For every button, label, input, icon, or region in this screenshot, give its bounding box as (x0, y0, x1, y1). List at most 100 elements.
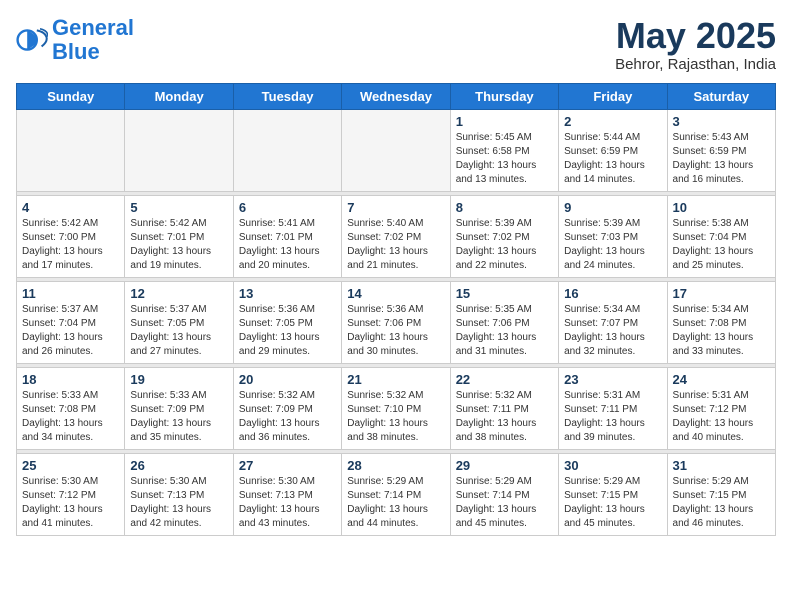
day-number: 4 (22, 200, 119, 215)
day-info: Sunrise: 5:34 AM Sunset: 7:08 PM Dayligh… (673, 303, 770, 359)
calendar-cell: 17 Sunrise: 5:34 AM Sunset: 7:08 PM Dayli… (667, 281, 775, 363)
day-info: Sunrise: 5:36 AM Sunset: 7:06 PM Dayligh… (347, 303, 444, 359)
calendar-week-row: 4 Sunrise: 5:42 AM Sunset: 7:00 PM Daylig… (17, 195, 776, 277)
calendar-cell: 14 Sunrise: 5:36 AM Sunset: 7:06 PM Dayli… (342, 281, 450, 363)
calendar-cell: 23 Sunrise: 5:31 AM Sunset: 7:11 PM Dayli… (559, 367, 667, 449)
page: General Blue May 2025 Behror, Rajasthan,… (0, 0, 792, 552)
day-number: 23 (564, 372, 661, 387)
day-info: Sunrise: 5:30 AM Sunset: 7:13 PM Dayligh… (239, 475, 336, 531)
day-number: 18 (22, 372, 119, 387)
day-info: Sunrise: 5:34 AM Sunset: 7:07 PM Dayligh… (564, 303, 661, 359)
day-info: Sunrise: 5:40 AM Sunset: 7:02 PM Dayligh… (347, 217, 444, 273)
calendar-cell: 22 Sunrise: 5:32 AM Sunset: 7:11 PM Dayli… (450, 367, 558, 449)
day-number: 27 (239, 458, 336, 473)
calendar-cell (342, 109, 450, 191)
calendar-cell: 10Sunrise: 5:38 AM Sunset: 7:04 PM Dayli… (667, 195, 775, 277)
col-header-thursday: Thursday (450, 83, 558, 109)
day-number: 7 (347, 200, 444, 215)
calendar-cell: 4 Sunrise: 5:42 AM Sunset: 7:00 PM Daylig… (17, 195, 125, 277)
day-number: 12 (130, 286, 227, 301)
calendar-cell: 31 Sunrise: 5:29 AM Sunset: 7:15 PM Dayli… (667, 453, 775, 535)
calendar-cell: 18 Sunrise: 5:33 AM Sunset: 7:08 PM Dayli… (17, 367, 125, 449)
day-number: 26 (130, 458, 227, 473)
day-info: Sunrise: 5:33 AM Sunset: 7:09 PM Dayligh… (130, 389, 227, 445)
calendar-week-row: 11 Sunrise: 5:37 AM Sunset: 7:04 PM Dayli… (17, 281, 776, 363)
day-number: 15 (456, 286, 553, 301)
day-number: 5 (130, 200, 227, 215)
day-number: 11 (22, 286, 119, 301)
calendar-cell: 29Sunrise: 5:29 AM Sunset: 7:14 PM Dayli… (450, 453, 558, 535)
day-info: Sunrise: 5:41 AM Sunset: 7:01 PM Dayligh… (239, 217, 336, 273)
logo: General Blue (16, 16, 134, 64)
calendar-cell: 27 Sunrise: 5:30 AM Sunset: 7:13 PM Dayli… (233, 453, 341, 535)
col-header-monday: Monday (125, 83, 233, 109)
day-number: 2 (564, 114, 661, 129)
day-number: 29 (456, 458, 553, 473)
calendar-cell: 11 Sunrise: 5:37 AM Sunset: 7:04 PM Dayli… (17, 281, 125, 363)
calendar-cell: 1 Sunrise: 5:45 AM Sunset: 6:58 PM Daylig… (450, 109, 558, 191)
calendar-cell: 8 Sunrise: 5:39 AM Sunset: 7:02 PM Daylig… (450, 195, 558, 277)
day-number: 14 (347, 286, 444, 301)
day-info: Sunrise: 5:42 AM Sunset: 7:00 PM Dayligh… (22, 217, 119, 273)
logo-text: General Blue (52, 16, 134, 64)
title-block: May 2025 Behror, Rajasthan, India (615, 16, 776, 73)
month-year: May 2025 (615, 16, 776, 56)
location: Behror, Rajasthan, India (615, 56, 776, 73)
calendar-cell (233, 109, 341, 191)
day-number: 31 (673, 458, 770, 473)
calendar-cell: 9Sunrise: 5:39 AM Sunset: 7:03 PM Daylig… (559, 195, 667, 277)
day-info: Sunrise: 5:33 AM Sunset: 7:08 PM Dayligh… (22, 389, 119, 445)
calendar-cell: 7 Sunrise: 5:40 AM Sunset: 7:02 PM Daylig… (342, 195, 450, 277)
day-number: 22 (456, 372, 553, 387)
day-info: Sunrise: 5:42 AM Sunset: 7:01 PM Dayligh… (130, 217, 227, 273)
col-header-wednesday: Wednesday (342, 83, 450, 109)
day-number: 16 (564, 286, 661, 301)
day-info: Sunrise: 5:37 AM Sunset: 7:04 PM Dayligh… (22, 303, 119, 359)
day-number: 17 (673, 286, 770, 301)
day-info: Sunrise: 5:29 AM Sunset: 7:15 PM Dayligh… (673, 475, 770, 531)
calendar-cell: 12 Sunrise: 5:37 AM Sunset: 7:05 PM Dayli… (125, 281, 233, 363)
calendar-cell: 16 Sunrise: 5:34 AM Sunset: 7:07 PM Dayli… (559, 281, 667, 363)
day-info: Sunrise: 5:30 AM Sunset: 7:13 PM Dayligh… (130, 475, 227, 531)
day-info: Sunrise: 5:39 AM Sunset: 7:02 PM Dayligh… (456, 217, 553, 273)
col-header-friday: Friday (559, 83, 667, 109)
day-info: Sunrise: 5:32 AM Sunset: 7:11 PM Dayligh… (456, 389, 553, 445)
day-number: 9 (564, 200, 661, 215)
calendar-cell: 3 Sunrise: 5:43 AM Sunset: 6:59 PM Daylig… (667, 109, 775, 191)
calendar-cell: 19Sunrise: 5:33 AM Sunset: 7:09 PM Dayli… (125, 367, 233, 449)
day-info: Sunrise: 5:31 AM Sunset: 7:11 PM Dayligh… (564, 389, 661, 445)
col-header-saturday: Saturday (667, 83, 775, 109)
day-number: 30 (564, 458, 661, 473)
day-info: Sunrise: 5:31 AM Sunset: 7:12 PM Dayligh… (673, 389, 770, 445)
calendar-cell: 30Sunrise: 5:29 AM Sunset: 7:15 PM Dayli… (559, 453, 667, 535)
calendar: SundayMondayTuesdayWednesdayThursdayFrid… (16, 83, 776, 536)
calendar-cell: 6 Sunrise: 5:41 AM Sunset: 7:01 PM Daylig… (233, 195, 341, 277)
day-number: 1 (456, 114, 553, 129)
day-info: Sunrise: 5:38 AM Sunset: 7:04 PM Dayligh… (673, 217, 770, 273)
logo-icon (16, 24, 48, 56)
calendar-cell: 5 Sunrise: 5:42 AM Sunset: 7:01 PM Daylig… (125, 195, 233, 277)
day-number: 21 (347, 372, 444, 387)
calendar-cell: 15Sunrise: 5:35 AM Sunset: 7:06 PM Dayli… (450, 281, 558, 363)
calendar-cell: 20Sunrise: 5:32 AM Sunset: 7:09 PM Dayli… (233, 367, 341, 449)
day-info: Sunrise: 5:45 AM Sunset: 6:58 PM Dayligh… (456, 131, 553, 187)
day-number: 13 (239, 286, 336, 301)
day-info: Sunrise: 5:29 AM Sunset: 7:14 PM Dayligh… (347, 475, 444, 531)
calendar-week-row: 1 Sunrise: 5:45 AM Sunset: 6:58 PM Daylig… (17, 109, 776, 191)
day-info: Sunrise: 5:43 AM Sunset: 6:59 PM Dayligh… (673, 131, 770, 187)
calendar-cell: 21Sunrise: 5:32 AM Sunset: 7:10 PM Dayli… (342, 367, 450, 449)
day-number: 28 (347, 458, 444, 473)
day-number: 20 (239, 372, 336, 387)
day-number: 3 (673, 114, 770, 129)
header: General Blue May 2025 Behror, Rajasthan,… (16, 16, 776, 73)
day-info: Sunrise: 5:36 AM Sunset: 7:05 PM Dayligh… (239, 303, 336, 359)
day-info: Sunrise: 5:37 AM Sunset: 7:05 PM Dayligh… (130, 303, 227, 359)
calendar-header-row: SundayMondayTuesdayWednesdayThursdayFrid… (17, 83, 776, 109)
day-info: Sunrise: 5:44 AM Sunset: 6:59 PM Dayligh… (564, 131, 661, 187)
calendar-cell: 2 Sunrise: 5:44 AM Sunset: 6:59 PM Daylig… (559, 109, 667, 191)
day-number: 6 (239, 200, 336, 215)
day-number: 8 (456, 200, 553, 215)
calendar-cell: 25Sunrise: 5:30 AM Sunset: 7:12 PM Dayli… (17, 453, 125, 535)
calendar-cell: 24Sunrise: 5:31 AM Sunset: 7:12 PM Dayli… (667, 367, 775, 449)
calendar-cell (17, 109, 125, 191)
